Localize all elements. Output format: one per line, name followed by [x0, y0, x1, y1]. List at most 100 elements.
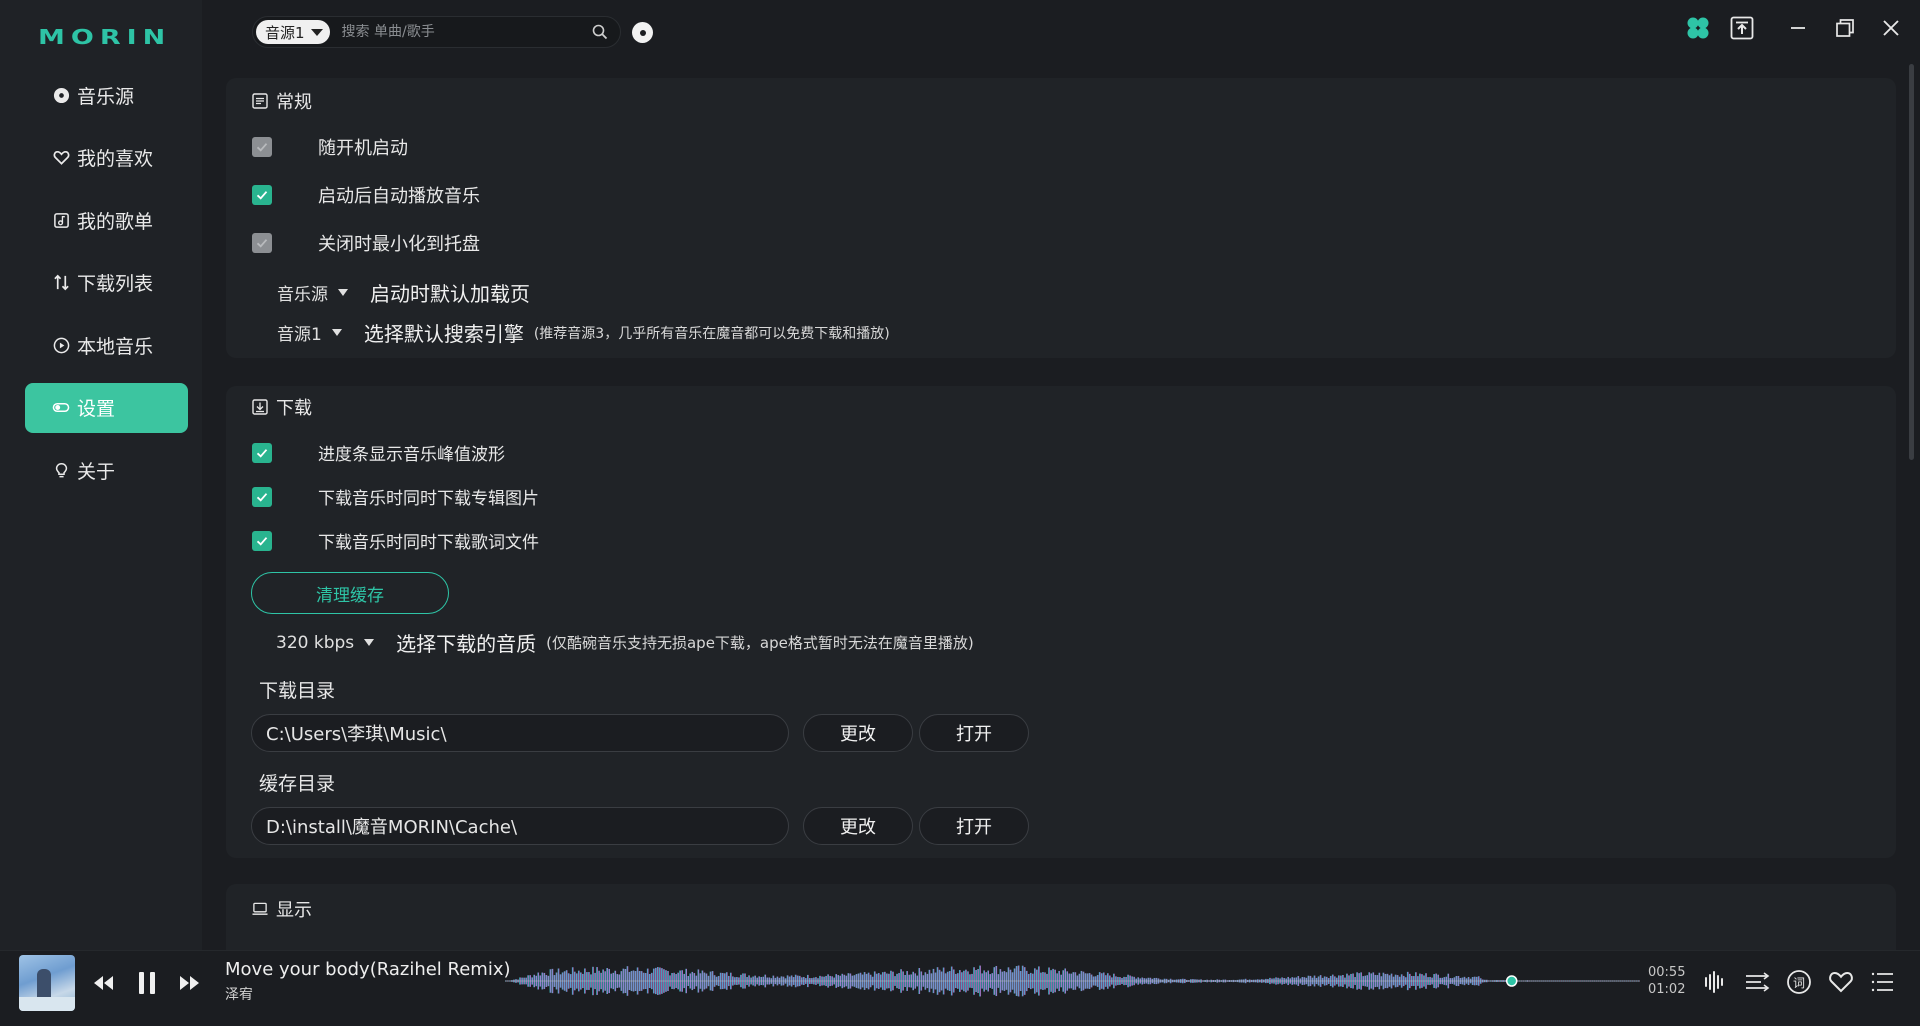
- close-button[interactable]: [1879, 14, 1903, 42]
- quality-select[interactable]: 320 kbps: [276, 633, 375, 653]
- sidebar: MORIN 音乐源 我的喜欢 我的歌单 下载列表 本地音乐 设置 关于: [0, 0, 202, 950]
- sidebar-item-label: 关于: [77, 461, 116, 484]
- scrollbar-thumb[interactable]: [1909, 64, 1914, 460]
- option-autostart[interactable]: 随开机启动: [252, 134, 408, 160]
- lyrics-checkbox[interactable]: [252, 530, 272, 551]
- list-box-icon: [252, 93, 268, 109]
- search-engine-row: 音源1 选择默认搜索引擎 (推荐音源3，几乎所有音乐在魔音都可以免费下载和播放): [277, 318, 890, 347]
- option-autoplay[interactable]: 启动后自动播放音乐: [252, 182, 480, 208]
- sidebar-item-about[interactable]: 关于: [25, 446, 188, 496]
- upload-icon: [1730, 16, 1754, 40]
- source-select[interactable]: 音源1: [256, 20, 330, 44]
- like-button[interactable]: [1826, 967, 1856, 997]
- sidebar-item-downloads[interactable]: 下载列表: [25, 258, 188, 308]
- general-section: 常规 随开机启动 启动后自动播放音乐 关闭时最小化到托盘 音乐源 启动时默认加载…: [226, 78, 1896, 358]
- minimize-tray-checkbox[interactable]: [252, 233, 272, 253]
- sidebar-item-favorites[interactable]: 我的喜欢: [25, 133, 188, 183]
- download-dir-open-button[interactable]: 打开: [919, 714, 1029, 752]
- download-dir-change-button[interactable]: 更改: [803, 714, 913, 752]
- default-page-row: 音乐源 启动时默认加载页: [277, 278, 530, 307]
- artist-name[interactable]: 泽宥: [225, 984, 253, 1004]
- next-button[interactable]: [175, 969, 203, 997]
- cache-dir-label: 缓存目录: [259, 773, 336, 795]
- restore-icon: [1836, 19, 1854, 37]
- search-icon[interactable]: [590, 22, 610, 42]
- chevron-down-icon: [364, 639, 375, 646]
- cache-dir-value: D:\install\魔音MORIN\Cache\: [266, 817, 518, 838]
- sidebar-item-label: 我的歌单: [77, 210, 154, 233]
- clear-cache-button[interactable]: 清理缓存: [251, 572, 449, 614]
- sidebar-nav: 音乐源 我的喜欢 我的歌单 下载列表 本地音乐 设置 关于: [25, 70, 188, 508]
- lyrics-button[interactable]: 词: [1784, 967, 1814, 997]
- mini-mode-button[interactable]: [1728, 14, 1756, 42]
- section-title-display: 显示: [252, 896, 312, 922]
- cache-dir-open-button[interactable]: 打开: [919, 807, 1029, 845]
- album-cover[interactable]: [19, 955, 75, 1011]
- section-title-text: 下载: [276, 398, 312, 419]
- option-album-cover[interactable]: 下载音乐时同时下载专辑图片: [252, 484, 539, 509]
- option-label: 下载音乐时同时下载歌词文件: [318, 533, 539, 553]
- heart-icon: [52, 149, 70, 167]
- option-label: 关闭时最小化到托盘: [318, 234, 480, 255]
- autostart-checkbox[interactable]: [252, 137, 272, 157]
- sidebar-item-music-source[interactable]: 音乐源: [25, 70, 188, 120]
- waveform-progress[interactable]: [505, 957, 1640, 1005]
- search-engine-hint: (推荐音源3，几乎所有音乐在魔音都可以免费下载和播放): [533, 325, 890, 342]
- playlist-button[interactable]: [1868, 967, 1898, 997]
- sidebar-item-label: 设置: [77, 398, 116, 421]
- pause-button[interactable]: [133, 969, 161, 997]
- select-value: 音乐源: [277, 285, 328, 305]
- sidebar-item-playlists[interactable]: 我的歌单: [25, 195, 188, 245]
- play-circle-icon: [52, 336, 70, 354]
- list-icon: [1871, 972, 1893, 992]
- default-page-select[interactable]: 音乐源: [277, 280, 348, 305]
- play-mode-button[interactable]: [1743, 967, 1773, 997]
- quality-label: 选择下载的音质: [396, 632, 537, 656]
- maximize-button[interactable]: [1833, 14, 1857, 42]
- playlist-icon: [52, 211, 70, 229]
- download-dir-value: C:\Users\李琪\Music\: [266, 724, 447, 745]
- minimize-icon: [1791, 27, 1805, 29]
- elapsed-time: 00:55: [1648, 965, 1686, 980]
- repeat-list-icon: [1746, 972, 1770, 992]
- sidebar-item-settings[interactable]: 设置: [25, 382, 188, 433]
- chevron-down-icon: [331, 329, 342, 336]
- previous-button[interactable]: [90, 969, 118, 997]
- sidebar-item-label: 本地音乐: [77, 335, 154, 358]
- download-dir-label: 下载目录: [259, 680, 336, 702]
- search-engine-select[interactable]: 音源1: [277, 320, 342, 345]
- disc-button[interactable]: [632, 22, 653, 43]
- option-waveform[interactable]: 进度条显示音乐峰值波形: [252, 440, 505, 465]
- section-title-general: 常规: [252, 88, 312, 114]
- app-logo: MORIN: [38, 25, 172, 49]
- sidebar-item-label: 下载列表: [77, 273, 154, 296]
- download-dir-field[interactable]: C:\Users\李琪\Music\: [251, 714, 789, 752]
- option-lyrics[interactable]: 下载音乐时同时下载歌词文件: [252, 528, 539, 553]
- chevron-down-icon: [338, 289, 348, 296]
- sound-wave-icon: [1705, 971, 1723, 993]
- skin-button[interactable]: [1684, 14, 1712, 42]
- option-label: 下载音乐时同时下载专辑图片: [318, 489, 539, 509]
- sidebar-item-local-music[interactable]: 本地音乐: [25, 320, 188, 370]
- option-label: 随开机启动: [318, 138, 408, 159]
- search-input[interactable]: [329, 24, 590, 40]
- heart-icon: [1829, 971, 1853, 993]
- quality-hint: (仅酷碗音乐支持无损ape下载，ape格式暂时无法在魔音里播放): [546, 634, 974, 652]
- autoplay-checkbox[interactable]: [252, 185, 272, 205]
- cache-dir-change-button[interactable]: 更改: [803, 807, 913, 845]
- section-title-text: 显示: [276, 900, 312, 921]
- album-cover-checkbox[interactable]: [252, 486, 272, 507]
- minimize-button[interactable]: [1786, 14, 1810, 42]
- waveform-checkbox[interactable]: [252, 442, 272, 463]
- option-label: 进度条显示音乐峰值波形: [318, 445, 505, 465]
- progress-knob[interactable]: [1505, 975, 1518, 987]
- player-bar: Move your body(Razihel Remix) 泽宥 00:55 0…: [0, 950, 1920, 1026]
- cache-dir-field[interactable]: D:\install\魔音MORIN\Cache\: [251, 807, 789, 845]
- download-section: 下载 进度条显示音乐峰值波形 下载音乐时同时下载专辑图片 下载音乐时同时下载歌词…: [226, 386, 1896, 858]
- option-minimize-tray[interactable]: 关闭时最小化到托盘: [252, 230, 480, 256]
- total-time: 01:02: [1648, 982, 1686, 997]
- search-bar: 音源1: [252, 16, 621, 48]
- pause-icon: [139, 972, 155, 994]
- equalizer-button[interactable]: [1700, 967, 1730, 997]
- disc-icon: [52, 86, 70, 104]
